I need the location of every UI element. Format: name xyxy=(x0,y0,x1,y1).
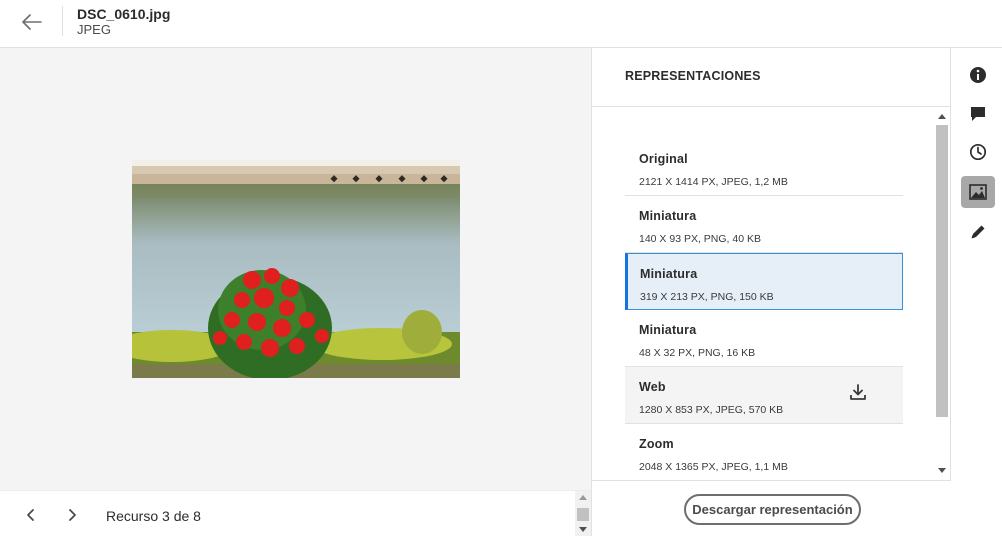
rendition-name: Miniatura xyxy=(639,323,697,337)
chevron-right-icon xyxy=(69,509,76,521)
renditions-panel: REPRESENTACIONES Original 2121 X 1414 PX… xyxy=(591,48,951,536)
arrow-left-icon xyxy=(22,14,42,30)
rendition-meta: 48 X 32 PX, PNG, 16 KB xyxy=(639,347,756,359)
rendition-name: Miniatura xyxy=(640,267,698,281)
comments-button[interactable] xyxy=(961,98,995,130)
scroll-up-arrow-icon[interactable] xyxy=(579,495,587,500)
header: DSC_0610.jpg JPEG xyxy=(0,0,1002,48)
back-button[interactable] xyxy=(18,10,46,34)
file-name: DSC_0610.jpg xyxy=(77,6,171,22)
right-rail xyxy=(952,48,1002,536)
asset-image xyxy=(132,160,460,378)
resource-navigation: Recurso 3 de 8 xyxy=(0,490,591,536)
landscape-photo xyxy=(132,160,460,378)
rendition-meta: 140 X 93 PX, PNG, 40 KB xyxy=(639,233,761,245)
previous-resource-button[interactable] xyxy=(22,506,40,524)
edit-icon xyxy=(971,225,985,239)
rendition-item[interactable]: Zoom 2048 X 1365 PX, JPEG, 1,1 MB xyxy=(625,424,903,481)
rendition-item[interactable]: Original 2121 X 1414 PX, JPEG, 1,2 MB xyxy=(625,139,903,196)
info-button[interactable] xyxy=(961,59,995,91)
rendition-item-selected[interactable]: Miniatura 319 X 213 PX, PNG, 150 KB xyxy=(625,253,903,310)
renditions-scrollbar[interactable] xyxy=(934,108,950,478)
edit-button[interactable] xyxy=(961,216,995,248)
image-icon xyxy=(969,184,987,200)
rendition-meta: 319 X 213 PX, PNG, 150 KB xyxy=(640,291,774,303)
file-type: JPEG xyxy=(77,22,111,37)
next-resource-button[interactable] xyxy=(63,506,81,524)
panel-title: REPRESENTACIONES xyxy=(625,69,761,83)
rendition-item[interactable]: Miniatura 48 X 32 PX, PNG, 16 KB xyxy=(625,310,903,367)
panel-footer: Descargar representación xyxy=(592,480,951,536)
info-icon xyxy=(970,67,986,83)
asset-preview xyxy=(0,48,591,490)
download-icon xyxy=(850,384,866,400)
preview-scrollbar[interactable] xyxy=(575,491,591,536)
rendition-name: Web xyxy=(639,380,666,394)
scroll-thumb[interactable] xyxy=(936,125,948,417)
rendition-meta: 2121 X 1414 PX, JPEG, 1,2 MB xyxy=(639,176,788,188)
renditions-list: Original 2121 X 1414 PX, JPEG, 1,2 MB Mi… xyxy=(625,139,903,481)
scroll-thumb[interactable] xyxy=(577,508,589,521)
rendition-item[interactable]: Web 1280 X 853 PX, JPEG, 570 KB xyxy=(625,367,903,424)
scroll-up-arrow-icon[interactable] xyxy=(938,114,946,119)
rendition-name: Miniatura xyxy=(639,209,697,223)
panel-divider xyxy=(592,106,951,107)
history-button[interactable] xyxy=(961,136,995,168)
renditions-button[interactable] xyxy=(961,176,995,208)
download-rendition-main-button[interactable]: Descargar representación xyxy=(684,494,861,525)
rendition-name: Original xyxy=(639,152,688,166)
download-rendition-button[interactable] xyxy=(849,383,867,401)
rendition-name: Zoom xyxy=(639,437,674,451)
chevron-left-icon xyxy=(27,509,34,521)
resource-count: Recurso 3 de 8 xyxy=(106,508,201,524)
scroll-down-arrow-icon[interactable] xyxy=(938,468,946,473)
header-divider xyxy=(62,6,63,36)
rendition-meta: 2048 X 1365 PX, JPEG, 1,1 MB xyxy=(639,461,788,473)
comment-icon xyxy=(971,107,985,121)
rendition-item[interactable]: Miniatura 140 X 93 PX, PNG, 40 KB xyxy=(625,196,903,253)
rendition-meta: 1280 X 853 PX, JPEG, 570 KB xyxy=(639,404,784,416)
scroll-down-arrow-icon[interactable] xyxy=(579,527,587,532)
history-icon xyxy=(969,143,987,161)
